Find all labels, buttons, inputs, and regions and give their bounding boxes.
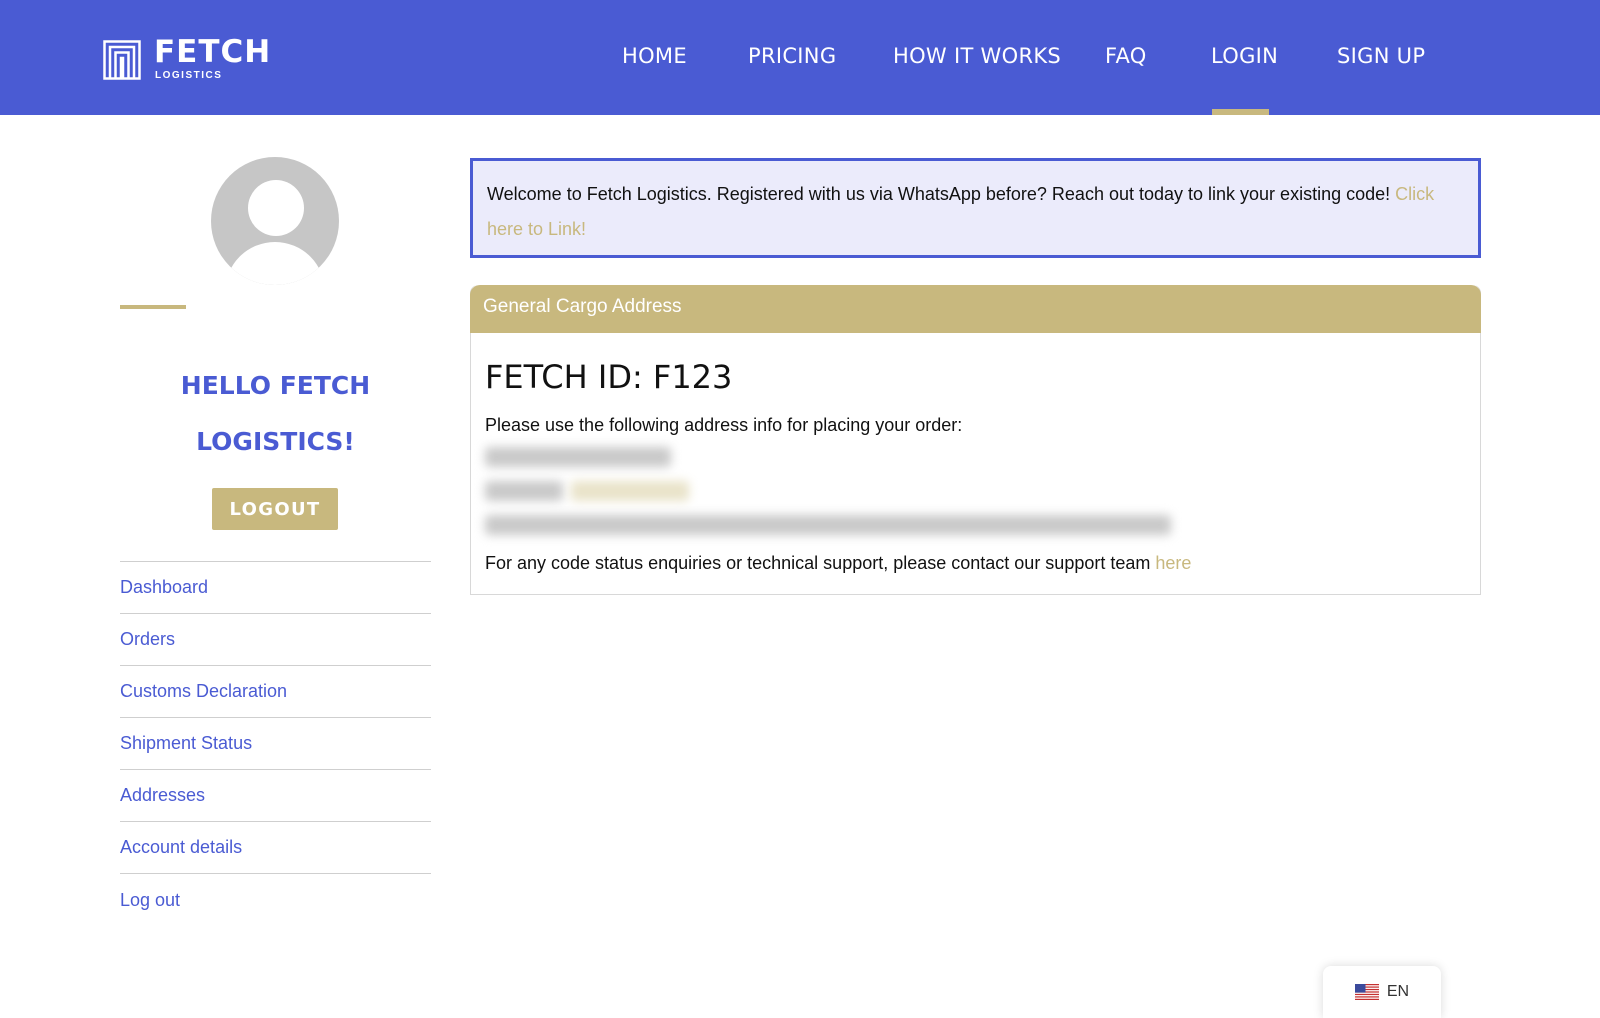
greeting: HELLO FETCH LOGISTICS! bbox=[180, 371, 371, 456]
cargo-address-card: General Cargo Address FETCH ID: F123 Ple… bbox=[470, 285, 1481, 595]
nav-login[interactable]: LOGIN bbox=[1211, 44, 1278, 68]
fetch-id: FETCH ID: F123 bbox=[485, 358, 733, 396]
redacted-address-line bbox=[485, 447, 671, 467]
menu-item-customs-declaration: Customs Declaration bbox=[120, 666, 431, 718]
logout-button[interactable]: LOGOUT bbox=[212, 488, 338, 530]
avatar-head-icon bbox=[248, 180, 304, 236]
menu-link-account-details[interactable]: Account details bbox=[120, 837, 242, 858]
support-text: For any code status enquiries or technic… bbox=[485, 553, 1156, 573]
whatsapp-link-notice: Welcome to Fetch Logistics. Registered w… bbox=[470, 158, 1481, 258]
redacted-address-line bbox=[571, 481, 689, 501]
menu-item-addresses: Addresses bbox=[120, 770, 431, 822]
menu-link-orders[interactable]: Orders bbox=[120, 629, 175, 650]
language-label: EN bbox=[1386, 983, 1410, 1000]
menu-link-shipment-status[interactable]: Shipment Status bbox=[120, 733, 252, 754]
menu-link-customs-declaration[interactable]: Customs Declaration bbox=[120, 681, 287, 702]
redacted-address-line bbox=[485, 481, 563, 501]
menu-link-addresses[interactable]: Addresses bbox=[120, 785, 205, 806]
menu-item-orders: Orders bbox=[120, 614, 431, 666]
nav-faq[interactable]: FAQ bbox=[1105, 44, 1147, 68]
card-title: General Cargo Address bbox=[470, 285, 1481, 333]
avatar bbox=[211, 157, 339, 285]
support-note: For any code status enquiries or technic… bbox=[485, 553, 1191, 574]
nav-home[interactable]: HOME bbox=[622, 44, 687, 68]
main-nav: HOME PRICING HOW IT WORKS FAQ LOGIN SIGN… bbox=[0, 0, 1600, 115]
address-instructions: Please use the following address info fo… bbox=[485, 415, 963, 435]
menu-item-shipment-status: Shipment Status bbox=[120, 718, 431, 770]
redacted-address-line bbox=[485, 515, 1171, 535]
top-navbar: FETCH LOGISTICS HOME PRICING HOW IT WORK… bbox=[0, 0, 1600, 115]
nav-pricing[interactable]: PRICING bbox=[748, 44, 836, 68]
menu-link-log-out[interactable]: Log out bbox=[120, 890, 180, 911]
language-switcher[interactable]: EN bbox=[1323, 966, 1441, 1018]
menu-item-log-out: Log out bbox=[120, 874, 431, 926]
support-link[interactable]: here bbox=[1155, 553, 1191, 573]
menu-item-account-details: Account details bbox=[120, 822, 431, 874]
menu-link-dashboard[interactable]: Dashboard bbox=[120, 577, 208, 598]
divider bbox=[120, 305, 186, 309]
avatar-body-icon bbox=[225, 242, 325, 285]
nav-active-indicator bbox=[1212, 109, 1269, 115]
account-menu: Dashboard Orders Customs Declaration Shi… bbox=[120, 561, 431, 926]
menu-item-dashboard: Dashboard bbox=[120, 562, 431, 614]
notice-text: Welcome to Fetch Logistics. Registered w… bbox=[487, 184, 1396, 204]
nav-how-it-works[interactable]: HOW IT WORKS bbox=[893, 44, 1061, 68]
nav-sign-up[interactable]: SIGN UP bbox=[1337, 44, 1425, 68]
us-flag-icon bbox=[1354, 984, 1379, 1000]
